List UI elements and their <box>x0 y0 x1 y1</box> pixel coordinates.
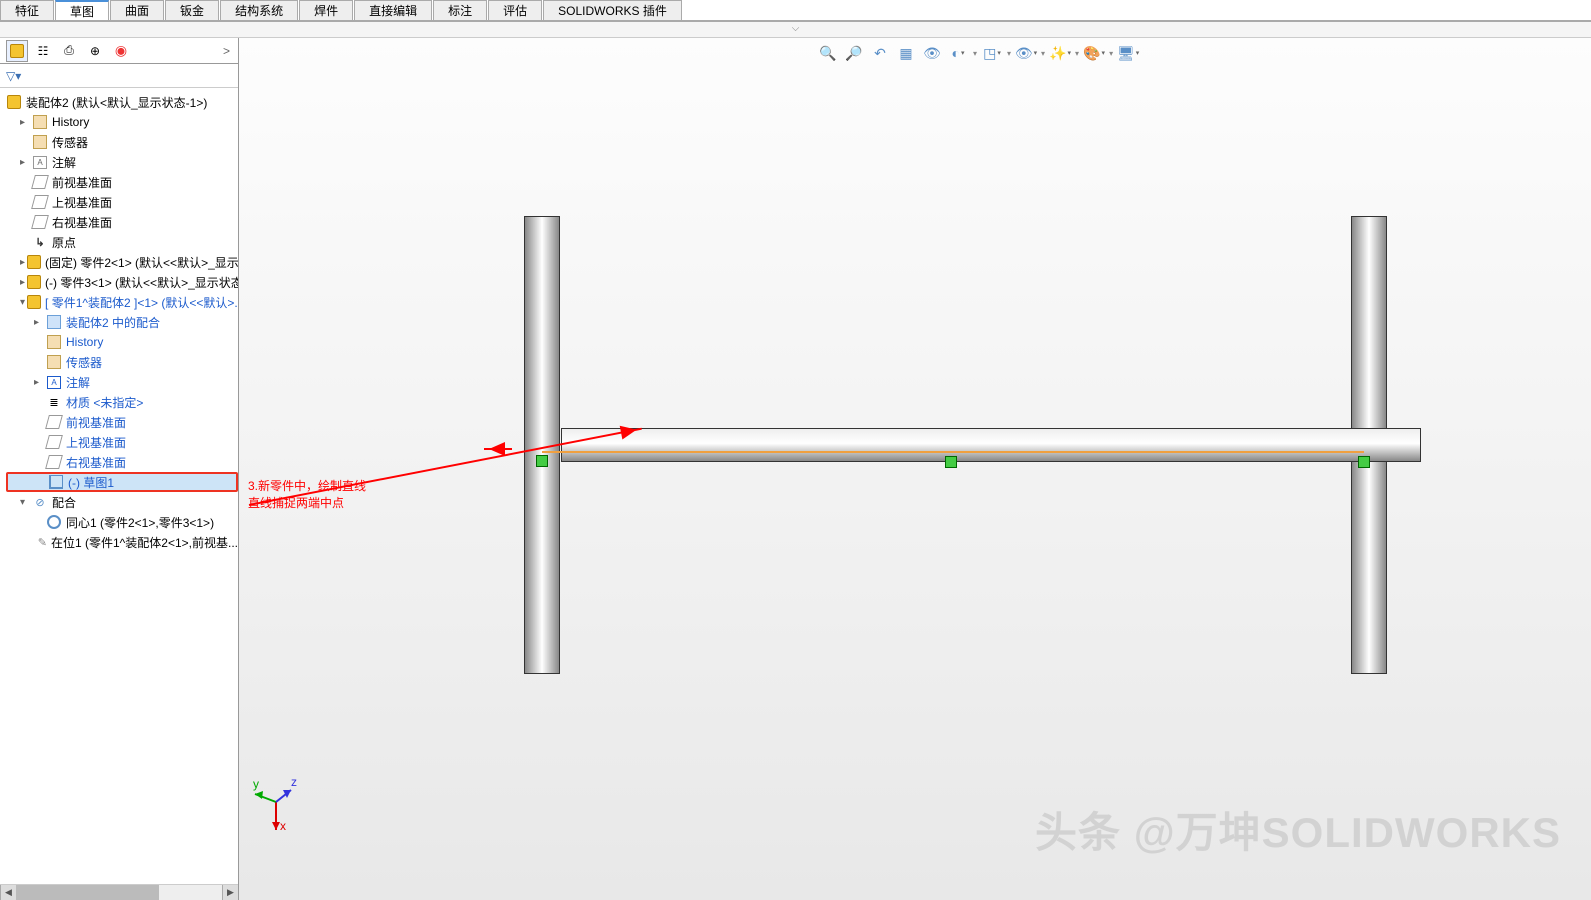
tree-top-plane[interactable]: 上视基准面 <box>6 192 238 212</box>
tree-mate-coincident[interactable]: ✎在位1 (零件1^装配体2<1>,前视基... <box>6 532 238 552</box>
tree-sub-mates-folder[interactable]: ▸装配体2 中的配合 <box>6 312 238 332</box>
zoom-area-icon[interactable]: 🔎 <box>843 42 865 64</box>
ribbon-tab-9[interactable]: SOLIDWORKS 插件 <box>543 0 682 20</box>
section-icon[interactable]: ▦ <box>895 42 917 64</box>
property-tab[interactable]: ☷ <box>32 40 54 62</box>
annotation-line2: 直线捕捉两端中点 <box>248 495 366 512</box>
tree-mate-concentric[interactable]: 同心1 (零件2<1>,零件3<1>) <box>6 512 238 532</box>
tree-sketch1[interactable]: (-) 草图1 <box>6 472 238 492</box>
ribbon-tab-1[interactable]: 草图 <box>55 0 109 20</box>
ribbon-tab-0[interactable]: 特征 <box>0 0 54 20</box>
sketch-endpoint-right[interactable] <box>1358 456 1370 468</box>
tree-sub-sensors[interactable]: 传感器 <box>6 352 238 372</box>
panel-tab-bar: ☷ ⎙ ⊕ ◉ > <box>0 38 238 64</box>
dim-arrow-left <box>484 448 512 450</box>
view-triad[interactable]: x y z <box>251 772 301 835</box>
tree-annotations[interactable]: ▸A注解 <box>6 152 238 172</box>
feature-tree-tab[interactable] <box>6 40 28 62</box>
ribbon-collapse-handle[interactable]: ⌵ <box>0 22 1591 38</box>
ribbon-tab-5[interactable]: 焊件 <box>299 0 353 20</box>
feature-manager-panel: ☷ ⎙ ⊕ ◉ > ▽▾ 装配体2 (默认<默认_显示状态-1>) ▸Histo… <box>0 38 239 900</box>
annotation-callout: 3.新零件中，绘制直线 直线捕捉两端中点 <box>248 478 366 512</box>
tree-root-assembly[interactable]: 装配体2 (默认<默认_显示状态-1>) <box>6 92 238 112</box>
tree-sub-right-plane[interactable]: 右视基准面 <box>6 452 238 472</box>
funnel-icon[interactable]: ▽▾ <box>6 69 21 83</box>
cube-view-icon[interactable]: ◳ <box>981 42 1003 64</box>
config-tab[interactable]: ⎙ <box>58 40 80 62</box>
watermark-text: 头条 @万坤SOLIDWORKS <box>1035 799 1561 860</box>
ribbon-tab-4[interactable]: 结构系统 <box>220 0 298 20</box>
ribbon-tab-6[interactable]: 直接编辑 <box>354 0 432 20</box>
tree-origin[interactable]: ↳原点 <box>6 232 238 252</box>
annotation-line1: 3.新零件中，绘制直线 <box>248 478 366 495</box>
eye-visibility-icon[interactable]: 👁 <box>1015 42 1037 64</box>
sketch-endpoint-left[interactable] <box>536 455 548 467</box>
model-crossbar <box>561 428 1421 462</box>
tree-part2-fixed[interactable]: ▸(固定) 零件2<1> (默认<<默认>_显示... <box>6 252 238 272</box>
tree-mates[interactable]: ▾⊘配合 <box>6 492 238 512</box>
ribbon-tab-8[interactable]: 评估 <box>488 0 542 20</box>
tree-front-plane[interactable]: 前视基准面 <box>6 172 238 192</box>
heads-up-view-toolbar: 🔍🔎↶▦👁◐▾◳▾👁▾✨▾🎨▾🖥 <box>811 40 1145 66</box>
svg-text:y: y <box>253 777 259 791</box>
tree-right-plane[interactable]: 右视基准面 <box>6 212 238 232</box>
tree-material[interactable]: ≣材质 <未指定> <box>6 392 238 412</box>
tree-sub-history[interactable]: History <box>6 332 238 352</box>
display-style-icon[interactable]: ◐ <box>947 42 969 64</box>
tree-sensors[interactable]: 传感器 <box>6 132 238 152</box>
tree-sub-top-plane[interactable]: 上视基准面 <box>6 432 238 452</box>
zoom-fit-icon[interactable]: 🔍 <box>817 42 839 64</box>
ribbon-tab-3[interactable]: 钣金 <box>165 0 219 20</box>
dim-tab[interactable]: ⊕ <box>84 40 106 62</box>
tree-sub-annot[interactable]: ▸A注解 <box>6 372 238 392</box>
panel-scrollbar-horizontal[interactable]: ◀▶ <box>0 884 238 900</box>
ribbon-tab-2[interactable]: 曲面 <box>110 0 164 20</box>
monitor-icon[interactable]: 🖥 <box>1117 42 1139 64</box>
sketch-midpoint[interactable] <box>945 456 957 468</box>
prev-view-icon[interactable]: ↶ <box>869 42 891 64</box>
appearance-tab[interactable]: ◉ <box>110 40 132 62</box>
tree-filter-row: ▽▾ <box>0 64 238 88</box>
tree-sub-front-plane[interactable]: 前视基准面 <box>6 412 238 432</box>
render-icon[interactable]: ✨ <box>1049 42 1071 64</box>
ribbon-tab-7[interactable]: 标注 <box>433 0 487 20</box>
color-appear-icon[interactable]: 🎨 <box>1083 42 1105 64</box>
panel-nav-next[interactable]: > <box>223 44 238 58</box>
tree-history[interactable]: ▸History <box>6 112 238 132</box>
svg-text:x: x <box>280 819 286 832</box>
graphics-viewport[interactable]: 🔍🔎↶▦👁◐▾◳▾👁▾✨▾🎨▾🖥 x y z 头条 @万坤SOLIDWORK <box>239 38 1591 900</box>
feature-tree: 装配体2 (默认<默认_显示状态-1>) ▸History 传感器 ▸A注解 前… <box>0 88 238 884</box>
tree-part1-inasm[interactable]: ▾[ 零件1^装配体2 ]<1> (默认<<默认>... <box>6 292 238 312</box>
sketch-line[interactable] <box>542 451 1364 453</box>
svg-text:z: z <box>291 775 297 789</box>
tree-part3[interactable]: ▸(-) 零件3<1> (默认<<默认>_显示状态... <box>6 272 238 292</box>
ribbon-tabs: 特征草图曲面钣金结构系统焊件直接编辑标注评估SOLIDWORKS 插件 <box>0 0 1591 22</box>
view-orient-icon[interactable]: 👁 <box>921 42 943 64</box>
